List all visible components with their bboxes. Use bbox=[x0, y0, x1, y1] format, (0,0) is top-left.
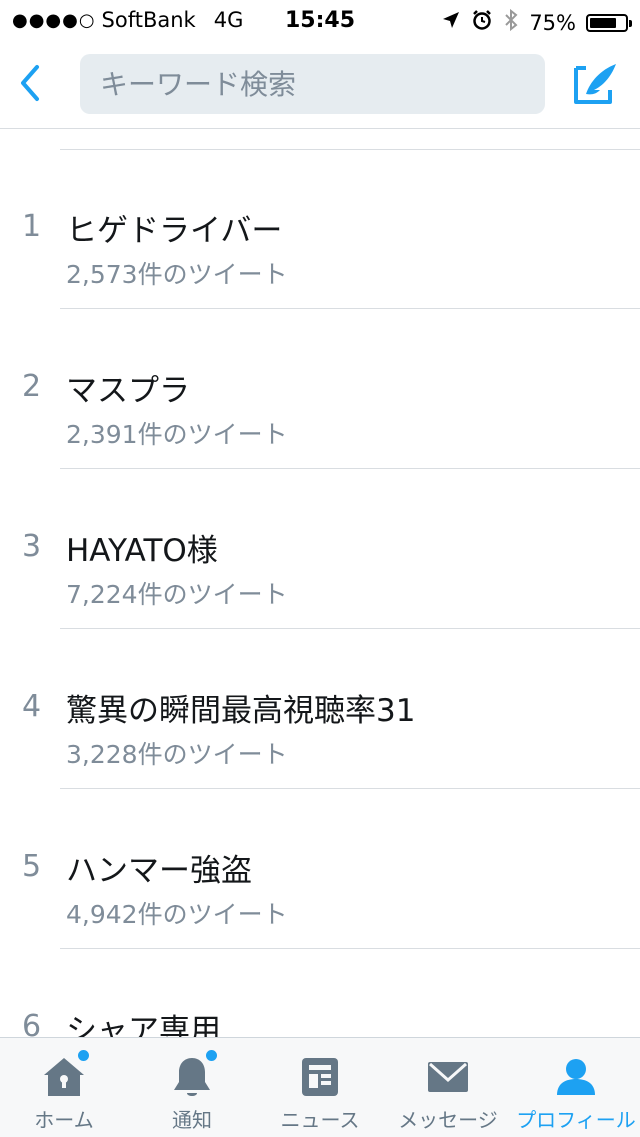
tab-messages[interactable]: メッセージ bbox=[384, 1038, 512, 1137]
trend-rank: 5 bbox=[22, 849, 42, 884]
notification-dot bbox=[204, 1048, 219, 1063]
back-button[interactable] bbox=[10, 58, 50, 108]
tab-home[interactable]: ホーム bbox=[0, 1038, 128, 1137]
news-icon bbox=[295, 1052, 345, 1102]
bell-icon bbox=[167, 1048, 219, 1102]
trend-list[interactable]: 1 ヒゲドライバー 2,573件のツイート 2 マスプラ 2,391件のツイート… bbox=[0, 129, 640, 1037]
trend-tweet-count: 2,391件のツイート bbox=[66, 420, 288, 449]
trend-name: シャア専用 bbox=[66, 1013, 221, 1037]
trend-rank: 6 bbox=[22, 1009, 42, 1037]
tab-label: メッセージ bbox=[398, 1108, 498, 1132]
tab-label: ニュース bbox=[280, 1108, 360, 1132]
person-icon bbox=[551, 1052, 601, 1102]
trend-tweet-count: 2,573件のツイート bbox=[66, 260, 288, 289]
trend-item[interactable]: 5 ハンマー強盗 4,942件のツイート bbox=[0, 789, 640, 949]
battery-icon bbox=[586, 13, 632, 32]
chevron-left-icon bbox=[21, 65, 39, 101]
tab-label: ホーム bbox=[34, 1108, 94, 1132]
bluetooth-icon bbox=[503, 8, 519, 37]
trend-item[interactable]: 4 驚異の瞬間最高視聴率31 3,228件のツイート bbox=[0, 629, 640, 789]
battery-fill bbox=[590, 17, 616, 28]
trend-item[interactable]: 1 ヒゲドライバー 2,573件のツイート bbox=[0, 149, 640, 309]
alarm-icon bbox=[471, 9, 493, 36]
tab-notifications[interactable]: 通知 bbox=[128, 1038, 256, 1137]
battery-percent: 75% bbox=[529, 10, 576, 35]
trend-tweet-count: 7,224件のツイート bbox=[66, 580, 288, 609]
trend-rank: 3 bbox=[22, 529, 42, 564]
tab-bar: ホーム 通知 ニュース メッセージ プロフィール bbox=[0, 1037, 640, 1137]
envelope-icon bbox=[423, 1052, 473, 1102]
compose-tweet-button[interactable] bbox=[570, 58, 620, 108]
trend-name: ハンマー強盗 bbox=[66, 853, 252, 889]
tab-news[interactable]: ニュース bbox=[256, 1038, 384, 1137]
status-bar: ●●●●○ SoftBank 4G 15:45 75% bbox=[0, 0, 640, 40]
trend-item[interactable]: 6 シャア専用 bbox=[0, 949, 640, 1037]
notification-dot bbox=[76, 1048, 91, 1063]
trend-rank: 4 bbox=[22, 689, 42, 724]
tab-label: プロフィール bbox=[516, 1108, 636, 1132]
trend-rank: 1 bbox=[22, 209, 42, 244]
tab-profile[interactable]: プロフィール bbox=[512, 1038, 640, 1137]
trend-name: 驚異の瞬間最高視聴率31 bbox=[66, 693, 416, 729]
tab-label: 通知 bbox=[172, 1108, 212, 1132]
trend-rank: 2 bbox=[22, 369, 42, 404]
trend-item[interactable]: 2 マスプラ 2,391件のツイート bbox=[0, 309, 640, 469]
location-arrow-icon bbox=[441, 10, 461, 35]
search-input[interactable] bbox=[98, 66, 545, 102]
trend-name: ヒゲドライバー bbox=[66, 213, 283, 249]
home-icon bbox=[39, 1048, 91, 1102]
trend-tweet-count: 4,942件のツイート bbox=[66, 900, 288, 929]
trend-tweet-count: 3,228件のツイート bbox=[66, 740, 288, 769]
compose-quill-icon bbox=[574, 64, 616, 104]
trend-name: マスプラ bbox=[66, 373, 190, 409]
trend-item[interactable]: 3 HAYATO様 7,224件のツイート bbox=[0, 469, 640, 629]
status-right: 75% bbox=[441, 8, 632, 37]
navigation-bar bbox=[0, 40, 640, 129]
search-box[interactable] bbox=[80, 54, 545, 114]
trend-name: HAYATO様 bbox=[66, 533, 218, 569]
